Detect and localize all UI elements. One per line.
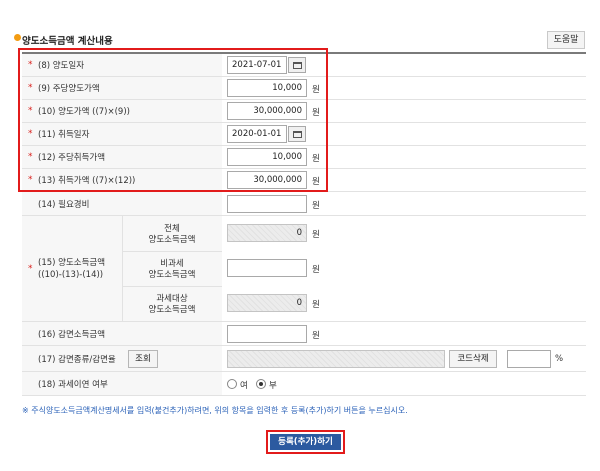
reduced-income-label: (16) 감면소득금액 xyxy=(38,329,106,340)
register-add-button[interactable]: 등록(추가)하기 xyxy=(270,434,341,450)
transfer-income-label: (15) 양도소득금액 xyxy=(38,257,106,268)
required-star-icon: * xyxy=(28,263,33,274)
percent-unit: % xyxy=(555,354,564,364)
won-unit: 원 xyxy=(312,300,320,310)
nontaxable-income-input[interactable] xyxy=(227,259,307,277)
total-income-input: 0 xyxy=(227,224,307,242)
won-unit: 원 xyxy=(312,201,320,211)
instruction-note: ※ 주식양도소득금액계산명세서를 입력(불건추가)하려면, 위의 항목을 입력한… xyxy=(22,406,408,415)
submit-highlight: 등록(추가)하기 xyxy=(266,430,345,454)
reduction-type-input xyxy=(227,350,445,368)
highlight-box xyxy=(18,48,328,192)
section-bullet-icon xyxy=(14,34,21,41)
transfer-income-formula: ((10)-(13)-(14)) xyxy=(38,269,104,280)
tax-deferral-no-radio[interactable] xyxy=(256,379,266,389)
won-unit: 원 xyxy=(312,230,320,240)
necessary-expenses-label: (14) 필요경비 xyxy=(38,199,90,210)
help-button[interactable]: 도움말 xyxy=(547,31,585,49)
code-delete-button[interactable]: 코드삭제 xyxy=(449,350,497,368)
tax-deferral-no-label: 부 xyxy=(269,381,277,391)
won-unit: 원 xyxy=(312,265,320,275)
tax-deferral-label: (18) 과세이연 여부 xyxy=(38,379,108,390)
row-necessary-expenses: (14) 필요경비 원 xyxy=(22,192,586,216)
won-unit: 원 xyxy=(312,331,320,341)
nontaxable-income-label: 비과세 양도소득금액 xyxy=(148,259,196,280)
taxable-income-label: 과세대상 양도소득금액 xyxy=(148,294,196,315)
reduction-type-label: (17) 감면종류/감면율 xyxy=(38,354,116,365)
tax-deferral-yes-label: 여 xyxy=(240,381,248,391)
row-tax-deferral: (18) 과세이연 여부 여 부 xyxy=(22,372,586,396)
tax-deferral-yes-radio[interactable] xyxy=(227,379,237,389)
row-reduction-type-rate: (17) 감면종류/감면율 조회 코드삭제 % xyxy=(22,346,586,372)
lookup-button[interactable]: 조회 xyxy=(128,350,158,368)
row-transfer-income-amount: * (15) 양도소득금액 ((10)-(13)-(14)) 전체 양도소득금액… xyxy=(22,216,586,322)
reduction-rate-input[interactable] xyxy=(507,350,551,368)
reduced-income-input[interactable] xyxy=(227,325,307,343)
necessary-expenses-input[interactable] xyxy=(227,195,307,213)
taxable-income-input: 0 xyxy=(227,294,307,312)
section-title: 양도소득금액 계산내용 xyxy=(22,36,113,47)
row-reduced-income: (16) 감면소득금액 원 xyxy=(22,322,586,346)
total-income-label: 전체 양도소득금액 xyxy=(148,224,196,245)
